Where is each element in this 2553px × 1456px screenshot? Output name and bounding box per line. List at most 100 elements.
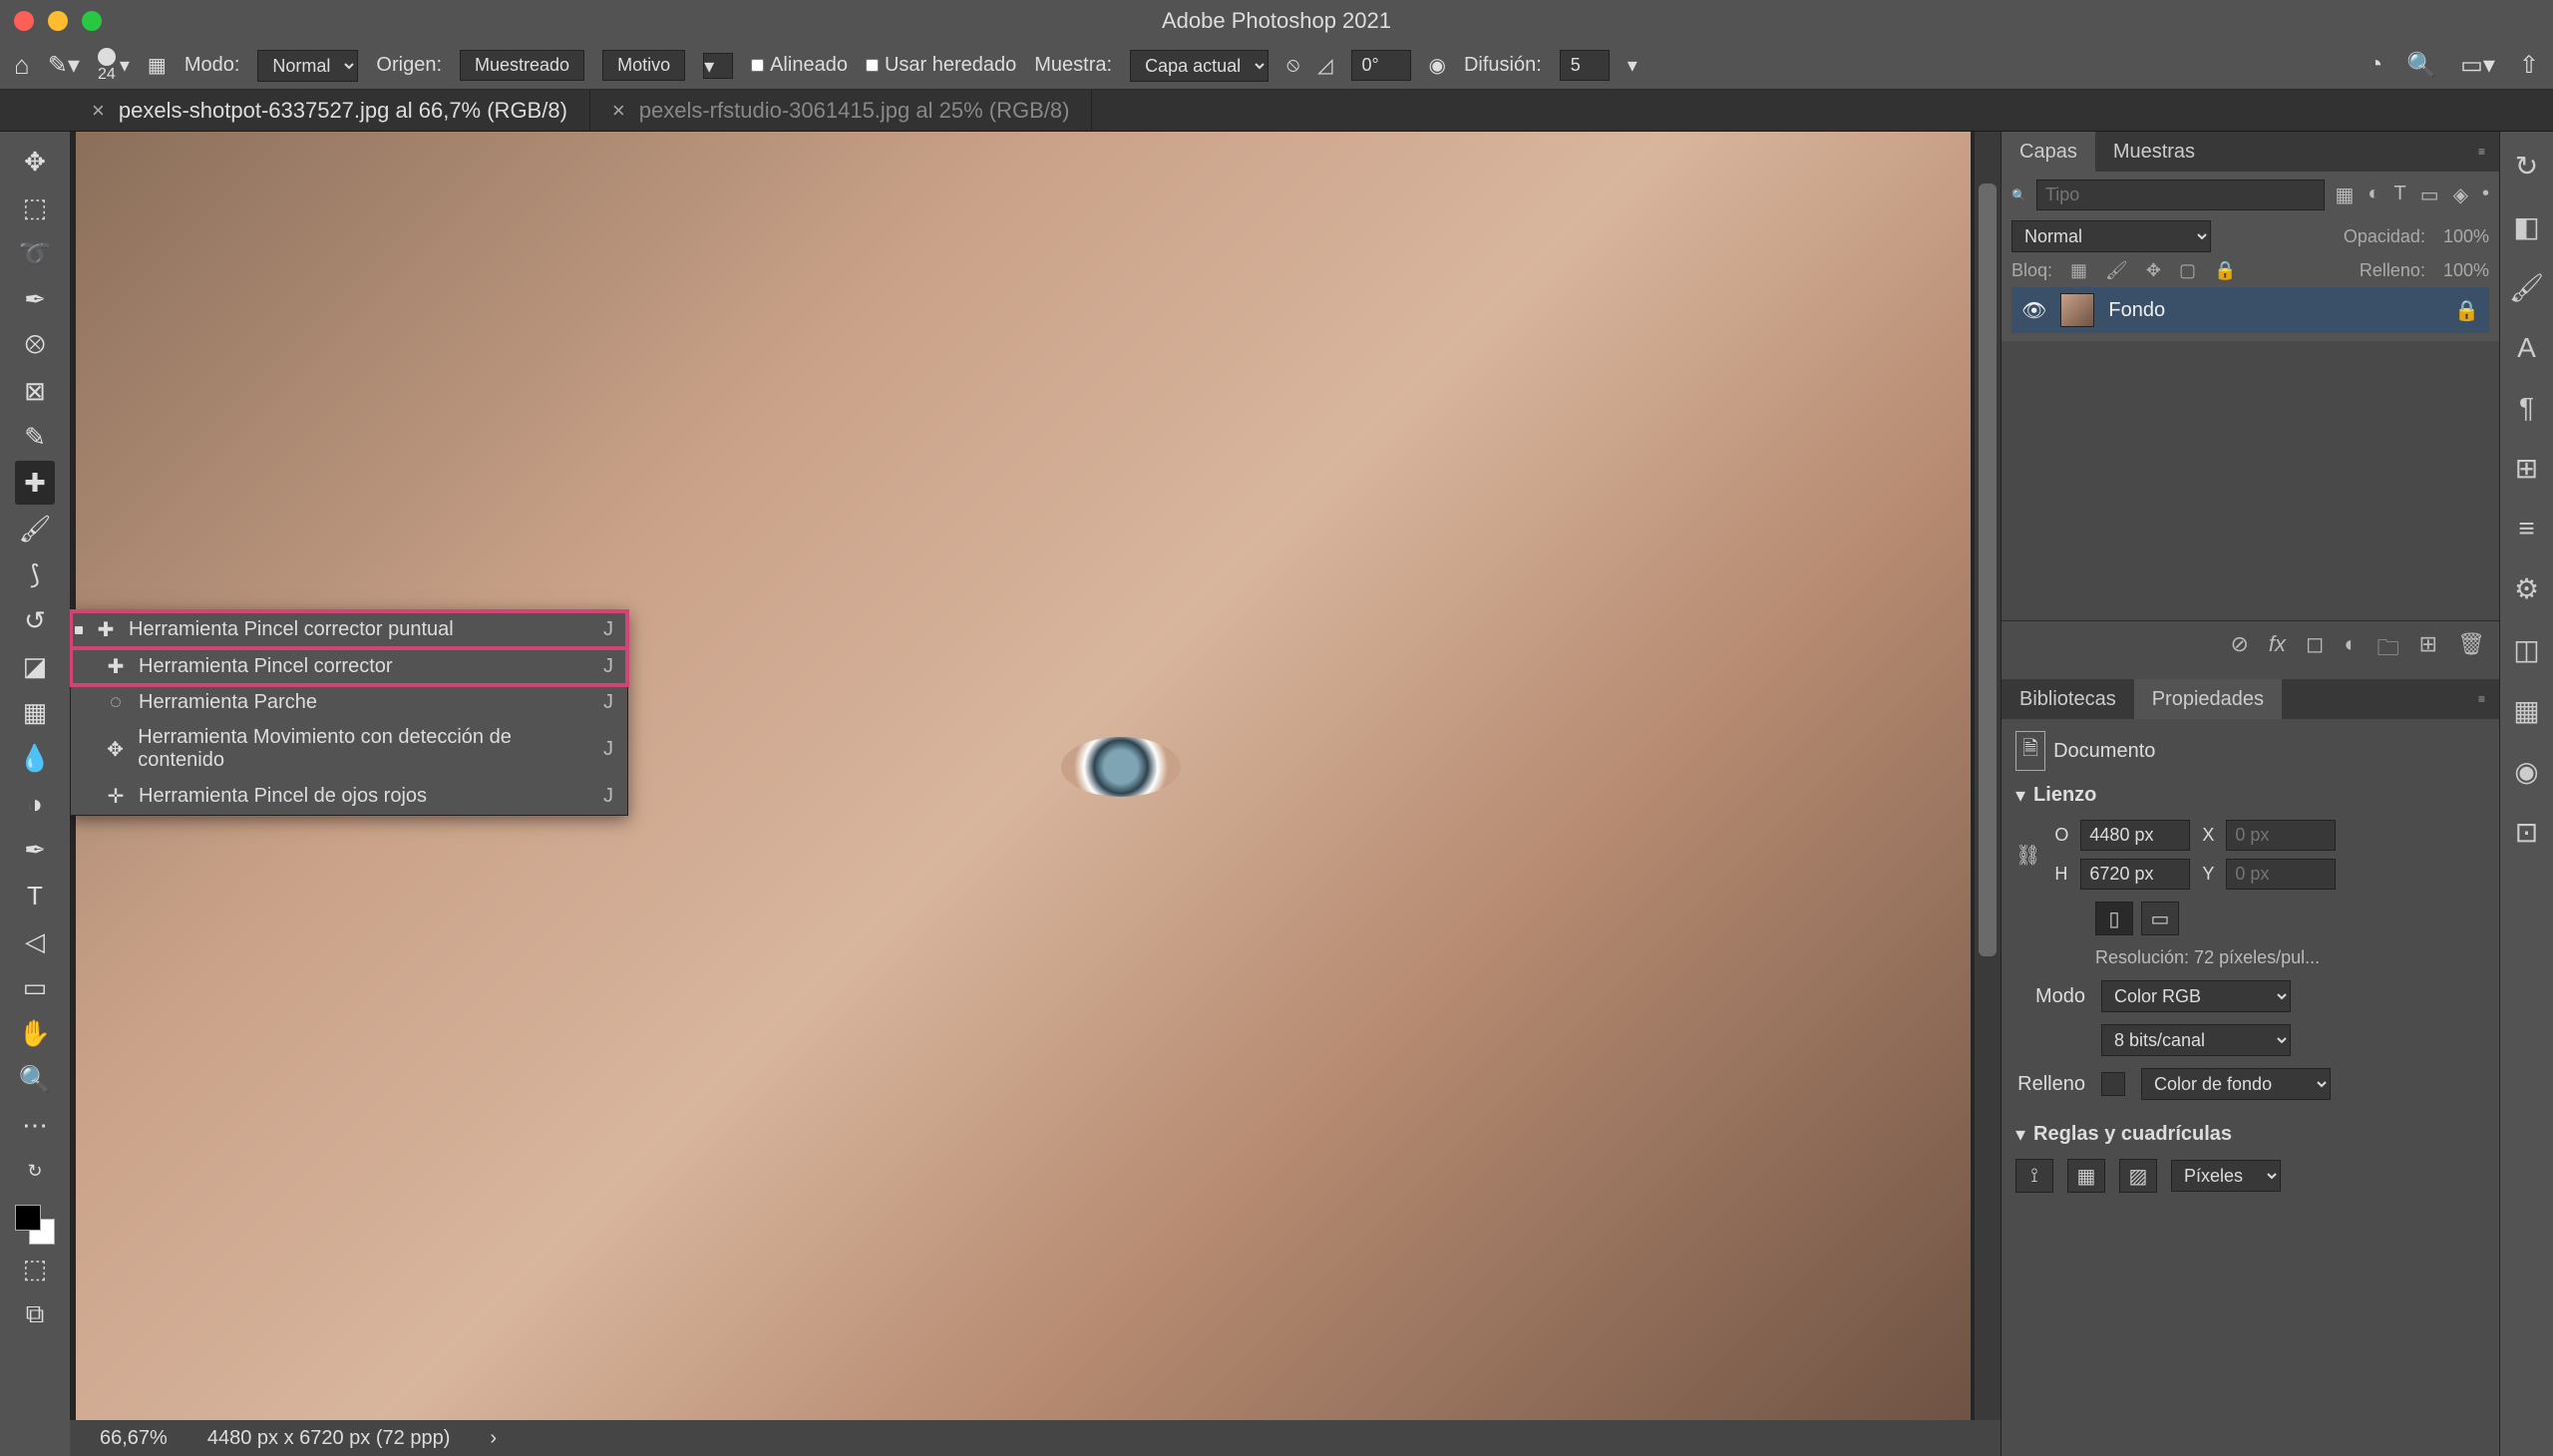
sample-select[interactable]: Capa actual — [1130, 50, 1269, 82]
lock-icon[interactable]: 🔒 — [2454, 298, 2479, 323]
quick-select-tool[interactable]: ✒ — [15, 277, 55, 321]
share-icon[interactable]: ⇧ — [2519, 51, 2539, 80]
diffusion-field[interactable] — [1560, 50, 1610, 81]
pen-tool[interactable]: ✒ — [15, 828, 55, 872]
vertical-scrollbar[interactable] — [1975, 132, 2001, 1420]
quick-mask-icon[interactable]: ⬚ — [15, 1247, 55, 1290]
layer-filter-input[interactable] — [2036, 180, 2326, 210]
fill-swatch[interactable] — [2101, 1072, 2125, 1096]
flyout-item-spot-healing[interactable]: ✚ Herramienta Pincel corrector puntual J — [71, 611, 627, 648]
flyout-item-content-aware-move[interactable]: ✥ Herramienta Movimiento con detección d… — [71, 720, 627, 778]
aligned-checkbox[interactable]: Alineado — [751, 54, 848, 77]
color-icon[interactable]: ◧ — [2513, 210, 2539, 243]
gradient-tool[interactable]: ▦ — [15, 690, 55, 734]
frame-tool[interactable]: ⊠ — [15, 369, 55, 413]
ruler-units-select[interactable]: Píxeles — [2171, 1160, 2281, 1192]
history-brush-tool[interactable]: ↺ — [15, 598, 55, 642]
height-field[interactable] — [2080, 859, 2190, 890]
flyout-item-patch[interactable]: ◌ Herramienta Parche J — [71, 685, 627, 720]
path-select-tool[interactable]: ◁ — [15, 919, 55, 963]
filter-adjust-icon[interactable]: ◐ — [2368, 182, 2379, 207]
opacity-value[interactable]: 100% — [2443, 226, 2489, 247]
link-dimensions-icon[interactable]: ⛓ — [2015, 843, 2040, 868]
clone-stamp-tool[interactable]: ⟆ — [15, 552, 55, 596]
legacy-checkbox[interactable]: Usar heredado — [866, 54, 1016, 77]
healing-brush-tool[interactable]: ✚ — [15, 461, 55, 505]
tool-preset-icon[interactable]: ✎▾ — [48, 51, 80, 80]
angle-icon[interactable]: ◿ — [1317, 53, 1332, 78]
layer-thumbnail[interactable] — [2060, 293, 2094, 327]
x-field[interactable] — [2226, 820, 2336, 851]
workspace-icon[interactable]: ▭▾ — [2460, 51, 2495, 80]
pattern-swatch[interactable]: ▾ — [703, 53, 733, 79]
crop-tool[interactable]: ⮾ — [15, 323, 55, 367]
tab-properties[interactable]: Propiedades — [2134, 679, 2282, 719]
brush-tool[interactable]: 🖌 — [15, 507, 55, 550]
brush-settings-icon[interactable]: 🖌 — [2509, 271, 2545, 304]
flyout-item-red-eye[interactable]: ✛ Herramienta Pincel de ojos rojos J — [71, 778, 627, 815]
delete-layer-icon[interactable]: 🗑 — [2457, 631, 2485, 669]
fill-color-select[interactable]: Color de fondo — [2141, 1068, 2331, 1100]
paragraph-icon[interactable]: ¶ — [2519, 392, 2534, 424]
ruler-icon[interactable]: ⟟ — [2015, 1159, 2053, 1193]
flyout-item-healing[interactable]: ✚ Herramienta Pincel corrector J — [71, 648, 627, 685]
document-tab-inactive[interactable]: × pexels-rfstudio-3061415.jpg al 25% (RG… — [590, 90, 1093, 131]
orientation-portrait-button[interactable]: ▯ — [2095, 902, 2133, 935]
tab-layers[interactable]: Capas — [2002, 132, 2095, 172]
transparency-grid-icon[interactable]: ▨ — [2119, 1159, 2157, 1193]
filter-smart-icon[interactable]: ◈ — [2453, 182, 2468, 207]
chevron-down-icon[interactable]: ▾ — [1628, 53, 1638, 78]
mode-select[interactable]: Normal — [257, 50, 358, 82]
navigator-icon[interactable]: ⊡ — [2515, 816, 2538, 849]
width-field[interactable] — [2080, 820, 2190, 851]
tool-presets-icon[interactable]: ⚙ — [2514, 572, 2539, 605]
zoom-tool[interactable]: 🔍 — [15, 1057, 55, 1101]
ignore-adjustment-icon[interactable]: ⦸ — [1286, 54, 1299, 77]
actions-icon[interactable]: ≡ — [2518, 513, 2534, 545]
document-tab-active[interactable]: × pexels-shotpot-6337527.jpg al 66,7% (R… — [70, 90, 590, 131]
eraser-tool[interactable]: ◪ — [15, 644, 55, 688]
color-swatches[interactable] — [15, 1205, 55, 1245]
filter-pixel-icon[interactable]: ▦ — [2335, 182, 2354, 207]
move-tool[interactable]: ✥ — [15, 140, 55, 183]
screen-mode-icon[interactable]: ⧉ — [15, 1292, 55, 1336]
edit-toolbar-icon[interactable]: ⋯ — [15, 1103, 55, 1147]
search-icon[interactable]: 🔍 — [2406, 51, 2436, 80]
adjustment-layer-icon[interactable]: ◐ — [2344, 631, 2357, 669]
layer-effects-icon[interactable]: fx — [2269, 631, 2286, 669]
character-icon[interactable]: A — [2517, 332, 2536, 364]
lock-artboard-icon[interactable]: ▢ — [2179, 260, 2196, 281]
brush-preset[interactable]: 24 ▾ — [98, 48, 130, 84]
layer-mask-icon[interactable]: ◻ — [2306, 631, 2324, 669]
visibility-icon[interactable]: 👁 — [2021, 298, 2046, 323]
orientation-landscape-button[interactable]: ▭ — [2141, 902, 2179, 935]
layers-icon[interactable]: ◫ — [2513, 633, 2539, 666]
tab-libraries[interactable]: Bibliotecas — [2002, 679, 2134, 719]
adjustments-icon[interactable]: ⊞ — [2515, 452, 2538, 485]
minimize-window-button[interactable] — [48, 11, 68, 31]
filter-toggle-icon[interactable]: • — [2482, 182, 2489, 207]
channels-icon[interactable]: ▦ — [2513, 694, 2539, 727]
grid-icon[interactable]: ▦ — [2067, 1159, 2105, 1193]
layer-name[interactable]: Fondo — [2108, 299, 2165, 322]
pressure-icon[interactable]: ◉ — [1429, 53, 1446, 78]
status-chevron-icon[interactable]: › — [490, 1427, 497, 1450]
filter-shape-icon[interactable]: ▭ — [2420, 182, 2439, 207]
zoom-level[interactable]: 66,67% — [100, 1427, 168, 1450]
zoom-window-button[interactable] — [82, 11, 102, 31]
lock-all-icon[interactable]: 🔒 — [2214, 260, 2236, 281]
tab-swatches[interactable]: Muestras — [2095, 132, 2213, 172]
type-tool[interactable]: T — [15, 874, 55, 917]
expand-icon[interactable]: ▾ — [2015, 1122, 2025, 1147]
filter-type-icon[interactable]: T — [2393, 182, 2405, 207]
group-icon[interactable]: 🗀 — [2377, 631, 2399, 669]
lock-pixels-icon[interactable]: 🖌 — [2105, 260, 2128, 281]
home-icon[interactable]: ⌂ — [14, 50, 30, 81]
angle-field[interactable] — [1351, 50, 1411, 81]
panel-menu-icon[interactable]: ≡ — [2464, 145, 2499, 159]
close-icon[interactable]: × — [612, 98, 625, 124]
panel-menu-icon[interactable]: ≡ — [2464, 692, 2499, 706]
close-window-button[interactable] — [14, 11, 34, 31]
brush-settings-icon[interactable]: ▦ — [148, 53, 167, 78]
bit-depth-select[interactable]: 8 bits/canal — [2101, 1024, 2291, 1056]
